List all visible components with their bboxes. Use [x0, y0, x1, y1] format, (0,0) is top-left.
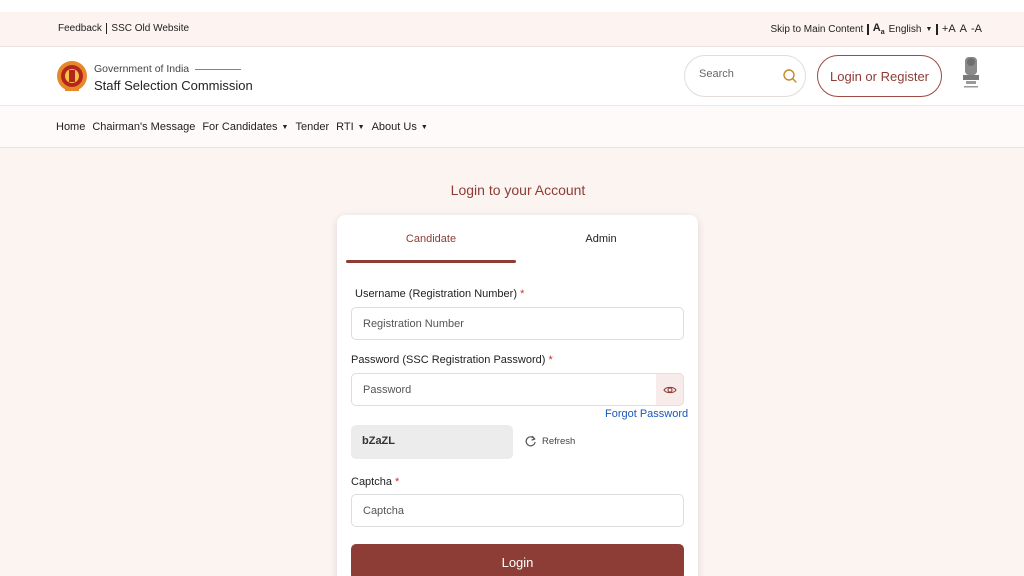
captcha-image: bZaZL [351, 425, 513, 459]
tab-candidate[interactable]: Candidate [346, 215, 516, 263]
nav-item-label: Home [56, 121, 86, 133]
active-tab-indicator [346, 260, 516, 263]
main-nav: Home Chairman's Message For Candidates ▼… [0, 106, 1024, 148]
show-password-button[interactable] [656, 373, 684, 406]
search-icon[interactable] [782, 68, 798, 84]
caret-down-icon: ▼ [357, 123, 365, 131]
search-input[interactable] [699, 68, 779, 80]
org-name[interactable]: Staff Selection Commission [94, 78, 253, 93]
page-title: Login to your Account [450, 182, 586, 198]
refresh-icon [525, 435, 536, 447]
username-label: Username (Registration Number) * [355, 288, 524, 300]
utility-links: Feedback SSC Old Website [58, 23, 189, 34]
eye-icon [662, 386, 677, 393]
utility-bar: Feedback SSC Old Website Skip to Main Co… [0, 12, 1024, 47]
gov-label: Government of India [94, 63, 242, 75]
national-emblem-icon [963, 57, 979, 88]
captcha-label: Captcha * [351, 476, 399, 488]
captcha-label-text: Captcha [351, 476, 392, 488]
required-marker: * [395, 476, 400, 488]
caret-down-icon: ▼ [281, 123, 289, 131]
skip-to-content-link[interactable]: Skip to Main Content [770, 24, 863, 35]
site-header: Government of India Staff Selection Comm… [0, 47, 1024, 106]
refresh-captcha-button[interactable]: Refresh [524, 435, 575, 448]
nav-item-label: Chairman's Message [92, 121, 196, 133]
nav-item-label: RTI [336, 121, 354, 133]
language-select[interactable]: English [889, 24, 922, 35]
nav-item-label: Tender [295, 121, 330, 133]
nav-item-for-candidates[interactable]: For Candidates ▼ [202, 121, 288, 133]
nav-item-label: For Candidates [202, 121, 278, 133]
login-button[interactable]: Login [351, 544, 684, 576]
divider [936, 23, 938, 35]
ssc-logo-icon[interactable] [56, 59, 88, 93]
login-card: Candidate Admin Username (Registration N… [337, 215, 698, 576]
nav-item-tender[interactable]: Tender [295, 121, 329, 133]
required-marker: * [548, 354, 553, 366]
gov-label-text: Government of India [94, 63, 190, 75]
language-icon: Aa [872, 22, 885, 37]
font-normal-button[interactable]: A [960, 23, 967, 35]
password-input[interactable] [351, 373, 657, 406]
divider [105, 23, 108, 34]
forgot-password-link[interactable]: Forgot Password [605, 408, 688, 420]
font-increase-button[interactable]: +A [942, 23, 956, 35]
nav-item-label: About Us [371, 121, 417, 133]
accessibility-controls: Skip to Main Content Aa English ▼ +A A -… [770, 22, 982, 36]
chevron-down-icon[interactable]: ▼ [925, 26, 932, 33]
password-label: Password (SSC Registration Password) * [351, 354, 553, 366]
username-label-text: Username (Registration Number) [355, 288, 517, 300]
search-box [684, 55, 806, 97]
captcha-input[interactable] [351, 494, 684, 527]
old-website-link[interactable]: SSC Old Website [111, 23, 189, 34]
refresh-label: Refresh [542, 436, 576, 447]
login-register-button[interactable]: Login or Register [817, 55, 942, 97]
nav-item-rti[interactable]: RTI ▼ [336, 121, 364, 133]
nav-item-home[interactable]: Home [56, 121, 85, 133]
nav-items: Home Chairman's Message For Candidates ▼… [56, 121, 435, 133]
username-input[interactable] [351, 307, 684, 340]
nav-item-about-us[interactable]: About Us ▼ [372, 121, 428, 133]
divider [867, 23, 869, 35]
required-marker: * [520, 288, 525, 300]
tab-admin[interactable]: Admin [516, 215, 686, 263]
top-strip [0, 0, 1024, 12]
caret-down-icon: ▼ [420, 123, 428, 131]
nav-item-chairman-message[interactable]: Chairman's Message [92, 121, 195, 133]
feedback-link[interactable]: Feedback [58, 23, 102, 34]
password-label-text: Password (SSC Registration Password) [351, 354, 546, 366]
font-decrease-button[interactable]: -A [971, 23, 982, 35]
decorative-rule [195, 68, 242, 70]
